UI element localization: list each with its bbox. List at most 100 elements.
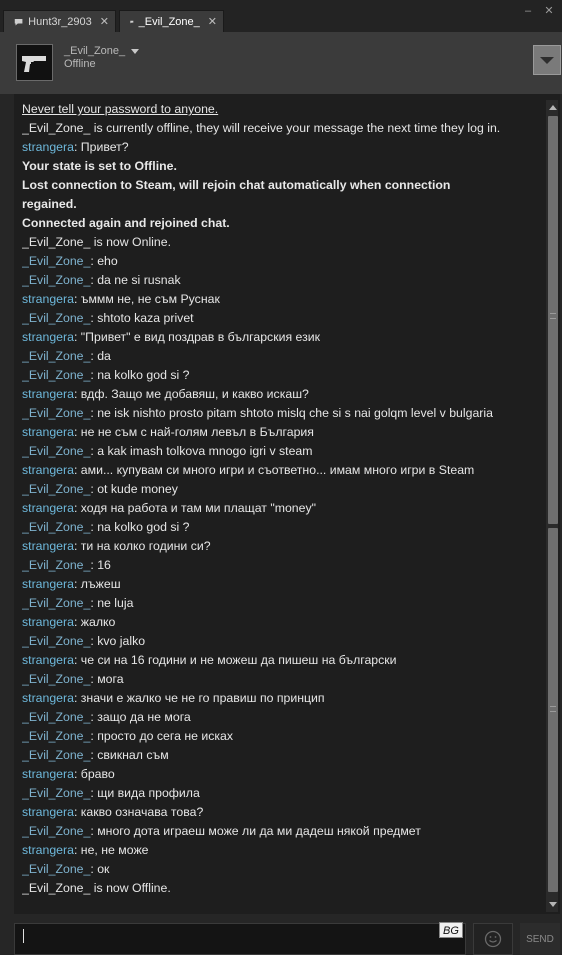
message-sender[interactable]: strangera	[22, 691, 74, 705]
message-text: : ти на колко години си?	[73, 539, 211, 553]
chat-message: strangera: значи е жалко че не го правиш…	[22, 689, 542, 708]
options-dropdown-button[interactable]	[533, 45, 561, 75]
chat-message: _Evil_Zone_: a kak imash tolkova mnogo i…	[22, 442, 542, 461]
chat-message: strangera: че си на 16 години и не можеш…	[22, 651, 542, 670]
chat-message: strangera: Привет?	[22, 138, 542, 157]
close-tab-icon[interactable]: ✕	[100, 15, 109, 28]
message-text: : не не съм с най-голям левъл в България	[73, 425, 314, 439]
message-sender[interactable]: _Evil_Zone_	[22, 748, 90, 762]
message-sender[interactable]: strangera	[22, 501, 74, 515]
chat-message: strangera: ами... купувам си много игри …	[22, 461, 542, 480]
message-sender[interactable]: _Evil_Zone_	[22, 672, 90, 686]
send-button[interactable]: SEND	[520, 923, 560, 955]
message-text: : не, не може	[73, 843, 149, 857]
message-sender[interactable]: strangera	[22, 425, 74, 439]
message-text: : много дота играеш може ли да ми дадеш …	[90, 824, 421, 838]
message-sender[interactable]: _Evil_Zone_	[22, 729, 90, 743]
message-text: : ок	[90, 862, 110, 876]
message-sender[interactable]: strangera	[22, 653, 74, 667]
message-sender[interactable]: _Evil_Zone_	[22, 349, 90, 363]
message-sender[interactable]: strangera	[22, 615, 74, 629]
message-sender[interactable]: strangera	[22, 140, 74, 154]
chat-message: _Evil_Zone_: da ne si rusnak	[22, 271, 542, 290]
message-text: : просто до сега не исках	[90, 729, 234, 743]
chat-message: _Evil_Zone_: ot kude money	[22, 480, 542, 499]
message-text: : 16	[90, 558, 111, 572]
chat-icon	[130, 20, 134, 23]
minimize-button[interactable]: –	[521, 4, 535, 18]
message-sender[interactable]: _Evil_Zone_	[22, 406, 90, 420]
chevron-down-icon	[540, 56, 554, 64]
message-sender[interactable]: strangera	[22, 330, 74, 344]
system-message: _Evil_Zone_ is currently offline, they w…	[22, 121, 501, 135]
scroll-up-button[interactable]	[548, 101, 558, 113]
system-message: regained.	[22, 197, 77, 211]
system-message: _Evil_Zone_ is now Online.	[22, 235, 172, 249]
chat-message: strangera: не не съм с най-голям левъл в…	[22, 423, 542, 442]
message-input[interactable]	[14, 923, 466, 955]
message-text: : вдф. Защо ме добавяш, и какво искаш?	[73, 387, 309, 401]
system-message: Connected again and rejoined chat.	[22, 216, 230, 230]
message-sender[interactable]: _Evil_Zone_	[22, 273, 90, 287]
tab-hunt3r[interactable]: Hunt3r_2903 ✕	[3, 10, 116, 32]
emoticon-button[interactable]	[473, 923, 513, 955]
message-sender[interactable]: _Evil_Zone_	[22, 558, 90, 572]
message-sender[interactable]: _Evil_Zone_	[22, 710, 90, 724]
message-text: : лъжеш	[73, 577, 121, 591]
scroll-down-button[interactable]	[548, 898, 558, 910]
message-sender[interactable]: strangera	[22, 577, 74, 591]
message-sender[interactable]: _Evil_Zone_	[22, 482, 90, 496]
message-text: : kvo jalko	[90, 634, 146, 648]
message-sender[interactable]: _Evil_Zone_	[22, 824, 90, 838]
friend-name[interactable]: _Evil_Zone_	[64, 45, 125, 57]
chevron-down-icon[interactable]	[131, 49, 139, 54]
message-sender[interactable]: _Evil_Zone_	[22, 254, 90, 268]
message-sender[interactable]: strangera	[22, 843, 74, 857]
message-sender[interactable]: strangera	[22, 387, 74, 401]
message-sender[interactable]: _Evil_Zone_	[22, 634, 90, 648]
language-badge[interactable]: BG	[439, 922, 463, 938]
message-sender[interactable]: strangera	[22, 463, 74, 477]
message-text: : че си на 16 години и не можеш да пишеш…	[73, 653, 397, 667]
message-text: : браво	[73, 767, 115, 781]
message-sender[interactable]: strangera	[22, 539, 74, 553]
chat-message: _Evil_Zone_: щи вида профила	[22, 784, 542, 803]
avatar[interactable]	[16, 44, 53, 81]
message-sender[interactable]: _Evil_Zone_	[22, 862, 90, 876]
friend-status: Offline	[64, 58, 96, 70]
scrollbar-thumb-lower[interactable]	[548, 528, 558, 892]
message-sender[interactable]: _Evil_Zone_	[22, 311, 90, 325]
message-text: : "Привет" е вид поздрав в българския ез…	[73, 330, 320, 344]
message-sender[interactable]: _Evil_Zone_	[22, 786, 90, 800]
chat-message: strangera: ти на колко години си?	[22, 537, 542, 556]
message-text: : shtoto kaza privet	[90, 311, 194, 325]
tab-label: _Evil_Zone_	[138, 15, 200, 28]
chat-log: Never tell your password to anyone. _Evil…	[14, 94, 560, 914]
chat-message: _Evil_Zone_: мога	[22, 670, 542, 689]
chat-message: _Evil_Zone_: da	[22, 347, 542, 366]
message-sender[interactable]: strangera	[22, 292, 74, 306]
chat-message: _Evil_Zone_: защо да не мога	[22, 708, 542, 727]
scrollbar-thumb[interactable]	[548, 116, 558, 524]
message-text: : жалко	[73, 615, 116, 629]
chat-message: _Evil_Zone_: kvo jalko	[22, 632, 542, 651]
message-sender[interactable]: _Evil_Zone_	[22, 596, 90, 610]
close-window-button[interactable]: ✕	[542, 4, 556, 18]
chat-message: _Evil_Zone_: ne luja	[22, 594, 542, 613]
message-sender[interactable]: strangera	[22, 767, 74, 781]
chat-message: strangera: жалко	[22, 613, 542, 632]
message-sender[interactable]: _Evil_Zone_	[22, 368, 90, 382]
chat-message: strangera: "Привет" е вид поздрав в бълг…	[22, 328, 542, 347]
message-sender[interactable]: _Evil_Zone_	[22, 520, 90, 534]
chat-message: _Evil_Zone_: ок	[22, 860, 542, 879]
message-sender[interactable]: strangera	[22, 805, 74, 819]
message-text: : ходя на работа и там ми плащат "money"	[73, 501, 316, 515]
chat-message: _Evil_Zone_: na kolko god si ?	[22, 366, 542, 385]
friend-header: _Evil_Zone_ Offline	[0, 32, 562, 94]
message-sender[interactable]: _Evil_Zone_	[22, 444, 90, 458]
tab-evil-zone[interactable]: _Evil_Zone_ ✕	[119, 10, 224, 32]
chat-message: _Evil_Zone_: na kolko god si ?	[22, 518, 542, 537]
close-tab-icon[interactable]: ✕	[208, 15, 217, 28]
chat-message: strangera: ъммм не, не съм Руснак	[22, 290, 542, 309]
grip-icon	[550, 313, 556, 319]
